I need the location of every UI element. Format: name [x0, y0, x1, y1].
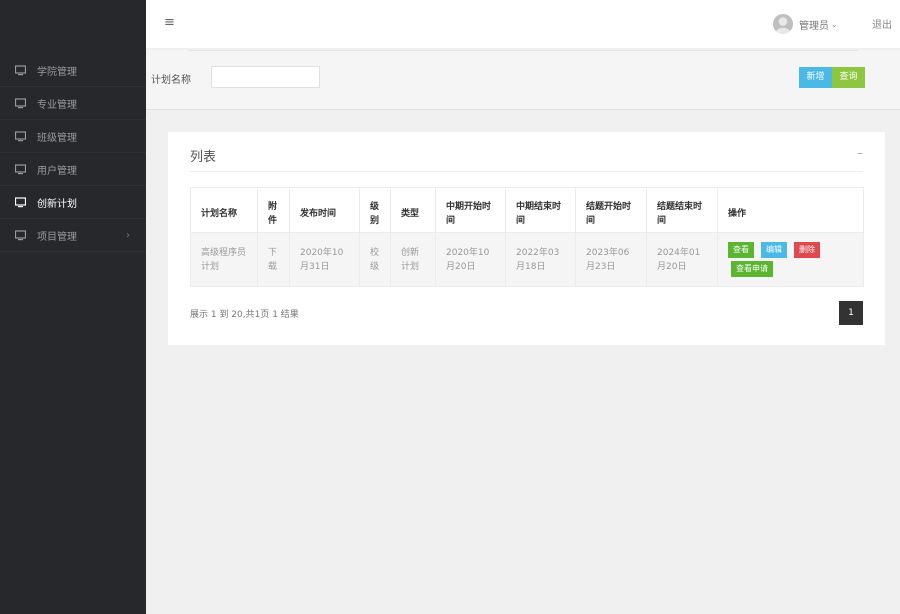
top-header: ≡ 管理员 ⌄ 退出: [146, 0, 900, 48]
sidebar-item-major[interactable]: 专业管理: [0, 87, 146, 120]
level-cell: 校级: [359, 232, 391, 287]
sidebar-item-label: 用户管理: [37, 165, 77, 177]
sidebar-item-label: 班级管理: [37, 132, 77, 144]
column-header: 附件: [257, 187, 290, 233]
final-end-cell: 2024年01月20日: [646, 232, 718, 287]
pagination-info: 展示 1 到 20,共1页 1 结果: [190, 310, 299, 320]
attachment-download-link[interactable]: 下载: [257, 232, 290, 287]
sidebar-item-label: 项目管理: [37, 231, 77, 243]
search-bar: 计划名称 新增 查询: [146, 50, 900, 110]
edit-button[interactable]: 编辑: [761, 242, 787, 258]
chevron-down-icon: ⌄: [831, 19, 838, 29]
mid-start-cell: 2020年10月20日: [435, 232, 506, 287]
add-button[interactable]: 新增: [799, 67, 832, 88]
column-header: 操作: [717, 187, 864, 233]
view-applications-button[interactable]: 查看申请: [731, 261, 773, 277]
avatar: [773, 14, 793, 34]
sidebar-item-projects[interactable]: 项目管理 ›: [0, 219, 146, 252]
table-header-row: 计划名称 附件 发布时间 级别 类型 中期开始时间 中期结束时间 结题开始时间 …: [190, 187, 864, 233]
plan-name-input[interactable]: [211, 66, 320, 88]
mid-end-cell: 2022年03月18日: [505, 232, 576, 287]
monitor-icon: [14, 229, 27, 241]
column-header: 结题开始时间: [575, 187, 647, 233]
plan-table: 计划名称 附件 发布时间 级别 类型 中期开始时间 中期结束时间 结题开始时间 …: [190, 187, 864, 287]
sidebar-item-college[interactable]: 学院管理: [0, 54, 146, 87]
divider: [190, 171, 863, 172]
page-button-current[interactable]: 1: [839, 301, 863, 325]
plan-name-cell: 高级程序员计划: [190, 232, 258, 287]
divider: [188, 50, 858, 51]
sidebar: 学院管理 专业管理 班级管理 用户管理 创新计划 项目管理 ›: [0, 0, 146, 614]
menu-toggle-icon[interactable]: ≡: [164, 16, 178, 30]
table-row: 高级程序员计划 下载 2020年10月31日 校级 创新计划 2020年10月2…: [190, 232, 864, 287]
view-button[interactable]: 查看: [728, 242, 754, 258]
operations-row: 查看 编辑 删除: [728, 242, 853, 258]
sidebar-item-label: 专业管理: [37, 99, 77, 111]
monitor-icon: [14, 97, 27, 109]
monitor-icon: [14, 163, 27, 175]
column-header: 中期开始时间: [435, 187, 506, 233]
collapse-icon[interactable]: –: [857, 146, 863, 160]
user-name: 管理员: [799, 20, 829, 32]
final-start-cell: 2023年06月23日: [575, 232, 647, 287]
column-header: 发布时间: [289, 187, 360, 233]
monitor-icon: [14, 64, 27, 76]
chevron-right-icon: ›: [126, 229, 130, 241]
monitor-icon: [14, 196, 27, 208]
logout-link[interactable]: 退出: [872, 16, 892, 31]
plan-name-label: 计划名称: [151, 75, 191, 86]
publish-time-cell: 2020年10月31日: [289, 232, 360, 287]
sidebar-item-users[interactable]: 用户管理: [0, 153, 146, 186]
sidebar-item-label: 创新计划: [37, 198, 77, 210]
sidebar-item-label: 学院管理: [37, 66, 77, 78]
column-header: 结题结束时间: [646, 187, 718, 233]
user-menu[interactable]: 管理员 ⌄: [773, 12, 838, 36]
card-title: 列表: [190, 150, 217, 165]
column-header: 中期结束时间: [505, 187, 576, 233]
delete-button[interactable]: 删除: [794, 242, 820, 258]
sidebar-logo-area: [0, 0, 146, 54]
type-cell: 创新计划: [390, 232, 436, 287]
query-button[interactable]: 查询: [832, 67, 865, 88]
column-header: 级别: [359, 187, 391, 233]
column-header: 类型: [390, 187, 436, 233]
operations-cell: 查看 编辑 删除 查看申请: [717, 232, 864, 287]
monitor-icon: [14, 130, 27, 142]
sidebar-nav: 学院管理 专业管理 班级管理 用户管理 创新计划 项目管理 ›: [0, 54, 146, 252]
column-header: 计划名称: [190, 187, 258, 233]
sidebar-item-class[interactable]: 班级管理: [0, 120, 146, 153]
list-card: 列表 – 计划名称 附件 发布时间 级别 类型 中期开始时间 中期结束时间 结题…: [168, 132, 885, 345]
sidebar-item-innovation-plan[interactable]: 创新计划: [0, 186, 146, 219]
